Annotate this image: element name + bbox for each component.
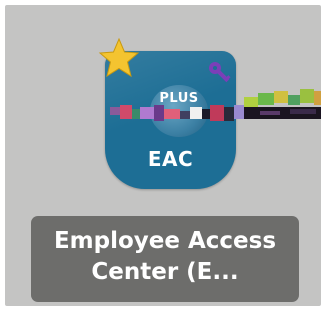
desktop-frame: PLUS EAC Employee Access Center (E... xyxy=(5,5,321,306)
key-icon xyxy=(209,62,231,83)
app-icon-text: EAC xyxy=(147,147,194,171)
app-label-line-2: Center (E... xyxy=(91,259,239,285)
app-label[interactable]: Employee Access Center (E... xyxy=(31,226,299,288)
app-label-line-1: Employee Access xyxy=(53,228,277,254)
star-icon xyxy=(98,37,140,78)
rendering-artifact xyxy=(110,89,321,121)
app-tile-eac[interactable]: PLUS EAC Employee Access Center (E... xyxy=(5,5,321,306)
